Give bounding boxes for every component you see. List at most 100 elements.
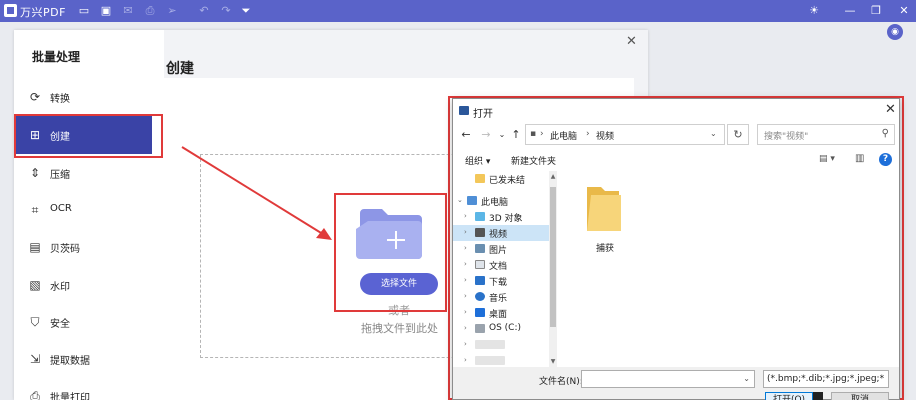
- pictures-icon: [475, 244, 485, 253]
- sidebar-item-label: 提取数据: [50, 356, 90, 367]
- tree-item-label: 下载: [489, 278, 508, 288]
- tree-item-label: 文档: [489, 262, 508, 272]
- cancel-button[interactable]: 取消: [831, 392, 889, 400]
- tree-item-desktop[interactable]: › 桌面: [453, 305, 549, 321]
- annotation-box-select-file: [334, 193, 447, 312]
- sidebar-item-extract-data[interactable]: ⇲ 提取数据: [14, 340, 152, 378]
- tree-item-label: 音乐: [489, 294, 508, 304]
- drag-hint-text: 拖拽文件到此处: [361, 322, 438, 335]
- share-icon[interactable]: ➢: [164, 3, 180, 19]
- tree-item-label: 图片: [489, 246, 508, 256]
- preview-pane-icon[interactable]: ▥: [855, 153, 864, 164]
- restore-icon[interactable]: ❐: [868, 3, 884, 19]
- tree-item-pictures[interactable]: › 图片: [453, 241, 549, 257]
- open-file-dialog: 打开 ✕ ← → ⌄ ↑ ▪ › 此电脑 › 视频 ⌄ ↻ 搜索"视频" ⚲ 组…: [452, 98, 900, 400]
- sidebar-item-security[interactable]: ⛉ 安全: [14, 303, 152, 341]
- sidebar-item-label: 水印: [50, 282, 70, 293]
- dialog-close-icon[interactable]: ✕: [885, 102, 896, 117]
- address-dropdown-icon[interactable]: ⌄: [710, 129, 717, 138]
- breadcrumb-video[interactable]: 视频: [596, 129, 614, 142]
- folder-icon: [475, 174, 485, 183]
- window-close-icon[interactable]: ✕: [896, 3, 912, 19]
- tree-item-video[interactable]: › 视频: [453, 225, 549, 241]
- open-button[interactable]: 打开(O): [765, 392, 813, 400]
- forward-arrow-icon[interactable]: →: [479, 128, 493, 141]
- filetype-select[interactable]: (*.bmp;*.dib;*.jpg;*.jpeg;*.jpe: [763, 370, 889, 388]
- collapse-arrow-icon[interactable]: ⌄: [457, 196, 463, 204]
- chevron-down-icon[interactable]: ⌄: [743, 374, 750, 383]
- tree-item-download[interactable]: › 下载: [453, 273, 549, 289]
- sidebar-item-convert[interactable]: ⟳ 转换: [14, 78, 152, 116]
- tree-scrollbar[interactable]: ▲ ▼: [549, 171, 557, 367]
- breadcrumb-separator-icon: ›: [540, 129, 544, 139]
- help-icon[interactable]: ?: [879, 153, 892, 166]
- scroll-thumb[interactable]: [550, 187, 556, 327]
- scroll-up-icon[interactable]: ▲: [549, 173, 557, 180]
- expand-arrow-icon[interactable]: ›: [464, 276, 467, 284]
- theme-sun-icon[interactable]: ☀: [806, 3, 822, 19]
- expand-arrow-icon[interactable]: ›: [464, 212, 467, 220]
- expand-arrow-icon[interactable]: ›: [464, 244, 467, 252]
- expand-arrow-icon[interactable]: ›: [464, 356, 467, 364]
- tree-item-music[interactable]: › 音乐: [453, 289, 549, 305]
- tree-item-3d-objects[interactable]: › 3D 对象: [453, 209, 549, 225]
- download-icon: [475, 276, 485, 285]
- filetype-value: (*.bmp;*.dib;*.jpg;*.jpeg;*.jpe: [767, 374, 885, 384]
- sidebar-item-label: 贝茨码: [50, 244, 80, 255]
- expand-arrow-icon[interactable]: ›: [464, 228, 467, 236]
- sidebar-item-label: 转换: [50, 94, 70, 105]
- refresh-button[interactable]: ↻: [727, 124, 749, 145]
- sidebar-item-compress[interactable]: ⇕ 压缩: [14, 154, 152, 192]
- tree-item-os-c[interactable]: › OS (C:): [453, 321, 549, 337]
- tree-item-label: 已发未结: [489, 176, 526, 186]
- back-arrow-icon[interactable]: ←: [459, 128, 473, 141]
- recent-dropdown-icon[interactable]: ⌄: [495, 130, 509, 139]
- filename-input[interactable]: ⌄: [581, 370, 755, 388]
- tree-item-drive-2[interactable]: ›: [453, 337, 549, 353]
- page-title: 创建: [166, 61, 194, 77]
- undo-icon[interactable]: ↶: [196, 3, 212, 19]
- extract-data-icon: ⇲: [29, 352, 41, 366]
- close-icon[interactable]: ✕: [626, 34, 637, 49]
- email-icon[interactable]: ✉: [120, 3, 136, 19]
- quick-access-dropdown-icon[interactable]: ⏷: [238, 3, 254, 19]
- sidebar-item-ocr[interactable]: ⌗ OCR: [14, 191, 152, 229]
- sidebar-item-batch-print[interactable]: ⎙ 批量打印: [14, 377, 152, 400]
- folder-icon[interactable]: [583, 183, 623, 235]
- search-input[interactable]: 搜索"视频" ⚲: [757, 124, 895, 145]
- expand-arrow-icon[interactable]: ›: [464, 260, 467, 268]
- new-folder-button[interactable]: 新建文件夹: [511, 154, 556, 167]
- scroll-down-icon[interactable]: ▼: [549, 358, 557, 365]
- open-folder-icon[interactable]: ▭: [76, 3, 92, 19]
- organize-menu[interactable]: 组织 ▾: [465, 154, 490, 167]
- tree-item-label: 3D 对象: [489, 214, 523, 224]
- redo-icon[interactable]: ↷: [218, 3, 234, 19]
- view-options-icon[interactable]: ▤ ▾: [819, 154, 835, 164]
- open-dropdown-icon[interactable]: [813, 392, 823, 400]
- expand-arrow-icon[interactable]: ›: [464, 340, 467, 348]
- minimize-icon[interactable]: —: [842, 3, 858, 19]
- sidebar: 批量处理 ⟳ 转换 ⊞ 创建 ⇕ 压缩 ⌗ OCR ▤ 贝茨码 ▧ 水印 ⛉ 安…: [14, 30, 152, 400]
- file-item-label[interactable]: 捕获: [596, 241, 614, 254]
- tree-item-folder[interactable]: 已发未结: [453, 171, 549, 187]
- up-arrow-icon[interactable]: ↑: [509, 128, 523, 141]
- sidebar-item-bates[interactable]: ▤ 贝茨码: [14, 228, 152, 266]
- print-toolbar-icon[interactable]: ⎙: [142, 3, 158, 19]
- expand-arrow-icon[interactable]: ›: [464, 292, 467, 300]
- watermark-icon: ▧: [29, 278, 41, 292]
- user-avatar[interactable]: ◉: [887, 24, 903, 40]
- save-icon[interactable]: ▣: [98, 3, 114, 19]
- breadcrumb-separator-icon: ›: [586, 129, 590, 139]
- breadcrumb-this-pc[interactable]: 此电脑: [550, 129, 577, 142]
- dialog-title: 打开: [473, 109, 493, 120]
- tree-item-this-pc[interactable]: ⌄ 此电脑: [453, 193, 549, 209]
- sidebar-item-watermark[interactable]: ▧ 水印: [14, 266, 152, 304]
- expand-arrow-icon[interactable]: ›: [464, 308, 467, 316]
- address-bar[interactable]: ▪ › 此电脑 › 视频 ⌄: [525, 124, 725, 145]
- expand-arrow-icon[interactable]: ›: [464, 324, 467, 332]
- drive-icon: [475, 356, 505, 365]
- tree-item-drive-3[interactable]: ›: [453, 353, 549, 367]
- ocr-icon: ⌗: [31, 203, 39, 217]
- sidebar-item-label: OCR: [50, 203, 72, 214]
- tree-item-documents[interactable]: › 文档: [453, 257, 549, 273]
